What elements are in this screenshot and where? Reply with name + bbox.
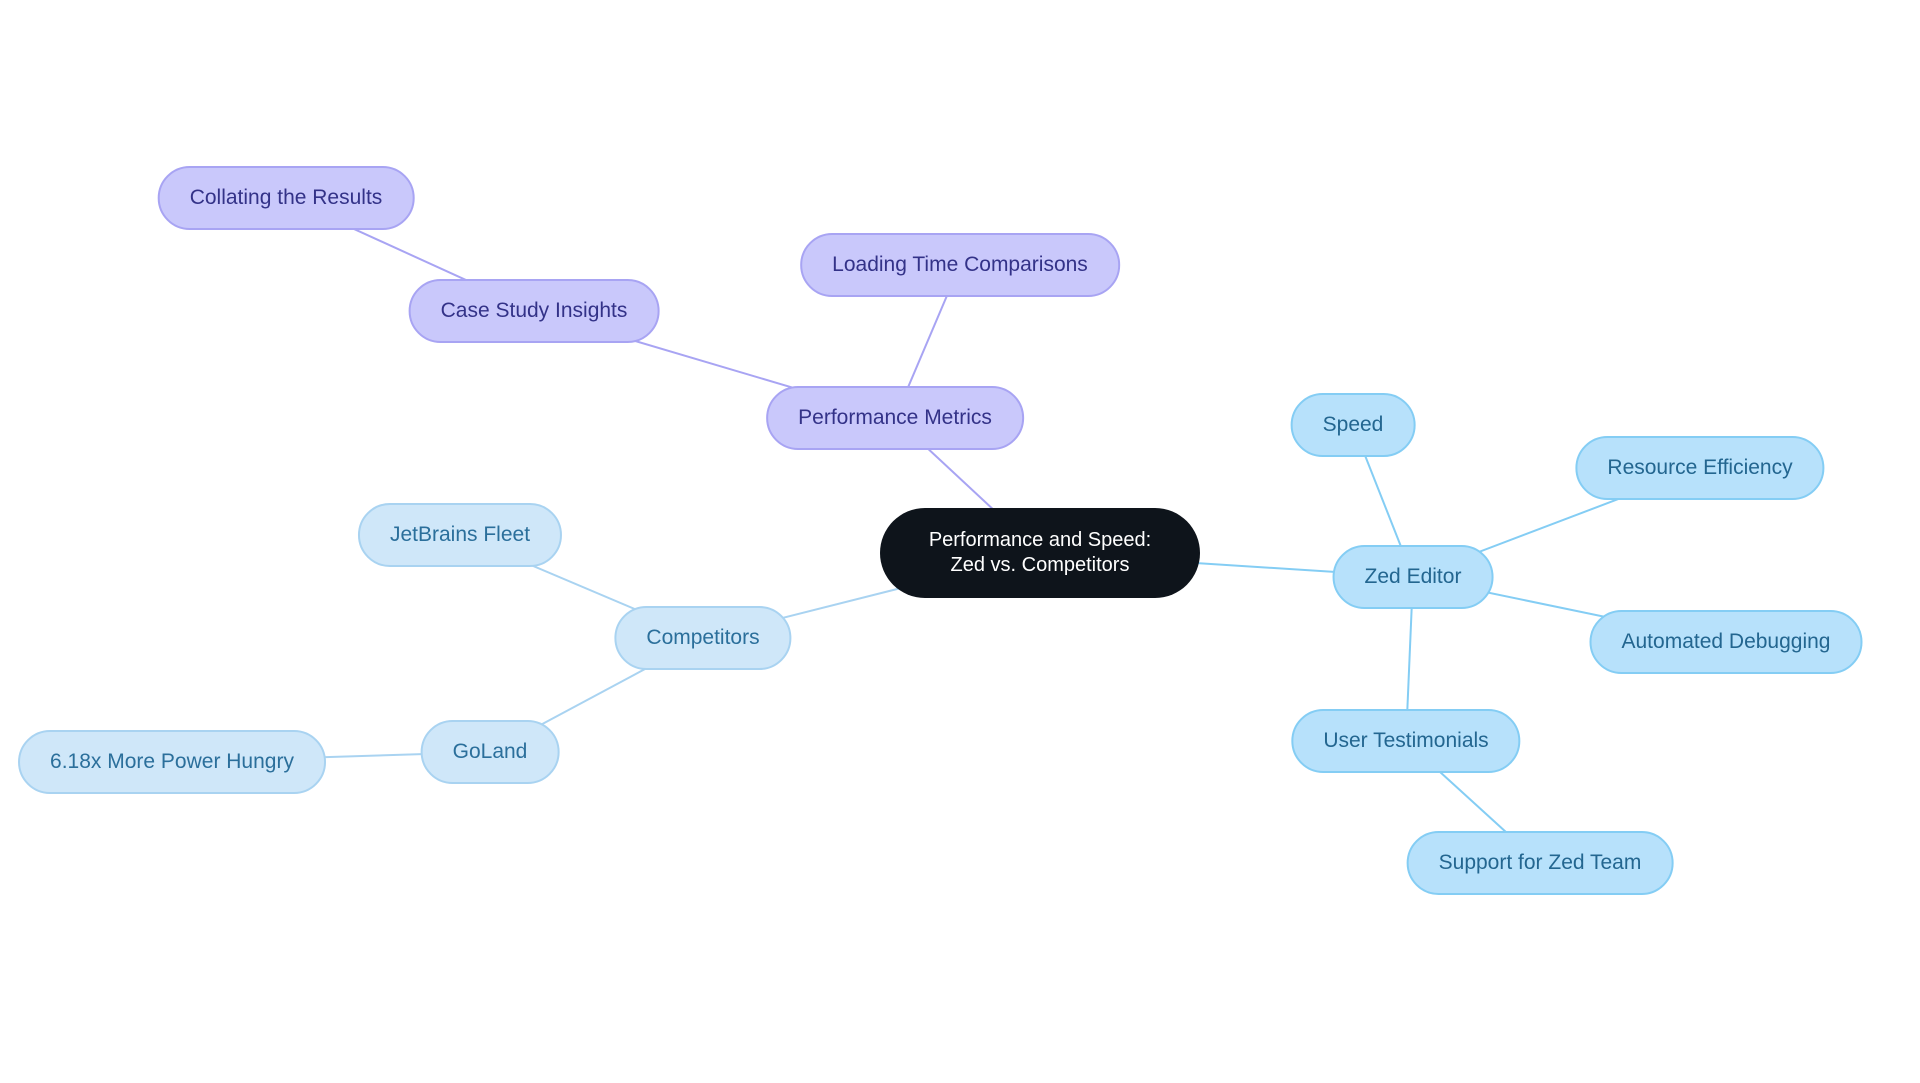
node-automated-debugging[interactable]: Automated Debugging [1590, 610, 1863, 674]
node-speed[interactable]: Speed [1291, 393, 1416, 457]
node-zed-editor[interactable]: Zed Editor [1333, 545, 1494, 609]
node-jetbrains-fleet[interactable]: JetBrains Fleet [358, 503, 562, 567]
node-resource-efficiency[interactable]: Resource Efficiency [1575, 436, 1824, 500]
node-user-testimonials[interactable]: User Testimonials [1291, 709, 1520, 773]
node-case-study-insights[interactable]: Case Study Insights [409, 279, 660, 343]
node-goland[interactable]: GoLand [421, 720, 560, 784]
node-performance-metrics[interactable]: Performance Metrics [766, 386, 1024, 450]
node-power-hungry[interactable]: 6.18x More Power Hungry [18, 730, 326, 794]
node-support-zed-team[interactable]: Support for Zed Team [1407, 831, 1674, 895]
node-collating-results[interactable]: Collating the Results [158, 166, 415, 230]
node-root[interactable]: Performance and Speed: Zed vs. Competito… [880, 508, 1200, 598]
node-competitors[interactable]: Competitors [614, 606, 791, 670]
node-loading-time-comparisons[interactable]: Loading Time Comparisons [800, 233, 1120, 297]
